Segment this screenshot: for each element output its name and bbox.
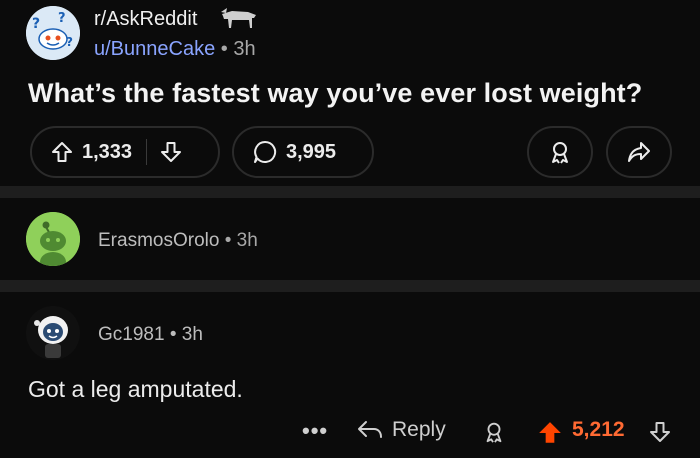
comments-button[interactable]: 3,995 (232, 126, 374, 178)
comment-body: Got a leg amputated. (28, 376, 243, 402)
vote-bar: 1,333 (30, 126, 220, 178)
svg-text:?: ? (58, 11, 66, 26)
more-options-button[interactable]: ••• (302, 418, 328, 444)
meta-separator: • (169, 324, 177, 345)
comment: ErasmosOrolo • 3h (0, 198, 700, 280)
subreddit-name[interactable]: r/AskReddit (94, 8, 197, 31)
svg-text:?: ? (32, 16, 40, 32)
comment: Gc1981 • 3h Got a leg amputated. ••• Rep… (0, 292, 700, 458)
comment-meta: ErasmosOrolo • 3h (98, 230, 258, 252)
post-meta: u/BunneCake • 3h (94, 38, 256, 61)
comment-icon (252, 139, 278, 165)
share-button[interactable] (606, 126, 672, 178)
reply-button[interactable]: Reply (356, 418, 446, 442)
post-card: ? ? ? r/AskReddit u/BunneCake • 3h What’… (0, 0, 700, 186)
post-time: 3h (233, 38, 256, 60)
upvote-icon[interactable] (50, 140, 74, 164)
comment-time: 3h (181, 324, 203, 345)
reply-label: Reply (392, 418, 446, 441)
award-icon[interactable] (482, 420, 506, 444)
snoo-avatar-icon[interactable] (26, 212, 80, 266)
section-divider (0, 186, 700, 198)
subreddit-avatar-icon[interactable]: ? ? ? (26, 6, 80, 60)
meta-separator: • (224, 230, 232, 251)
comment-actions: ••• Reply 5,212 (0, 416, 700, 450)
reply-icon (358, 421, 382, 438)
meta-separator: • (220, 38, 228, 60)
post-author[interactable]: u/BunneCake (94, 38, 215, 60)
downvote-icon[interactable] (159, 140, 183, 164)
comment-author[interactable]: Gc1981 (98, 324, 165, 345)
award-icon (547, 139, 573, 165)
award-button[interactable] (527, 126, 593, 178)
post-title[interactable]: What’s the fastest way you’ve ever lost … (28, 78, 642, 109)
downvote-icon[interactable] (648, 420, 672, 444)
upvote-count: 1,333 (82, 140, 133, 163)
flair-icon (218, 6, 260, 32)
comment-author[interactable]: ErasmosOrolo (98, 230, 219, 251)
user-avatar-icon[interactable] (26, 306, 80, 360)
comment-time: 3h (236, 230, 258, 251)
vote-divider (146, 139, 148, 165)
section-divider (0, 280, 700, 292)
upvote-icon[interactable] (537, 420, 563, 446)
comment-meta: Gc1981 • 3h (98, 324, 203, 346)
share-icon (626, 139, 652, 165)
comment-score: 5,212 (572, 418, 625, 441)
comment-count: 3,995 (286, 140, 337, 163)
